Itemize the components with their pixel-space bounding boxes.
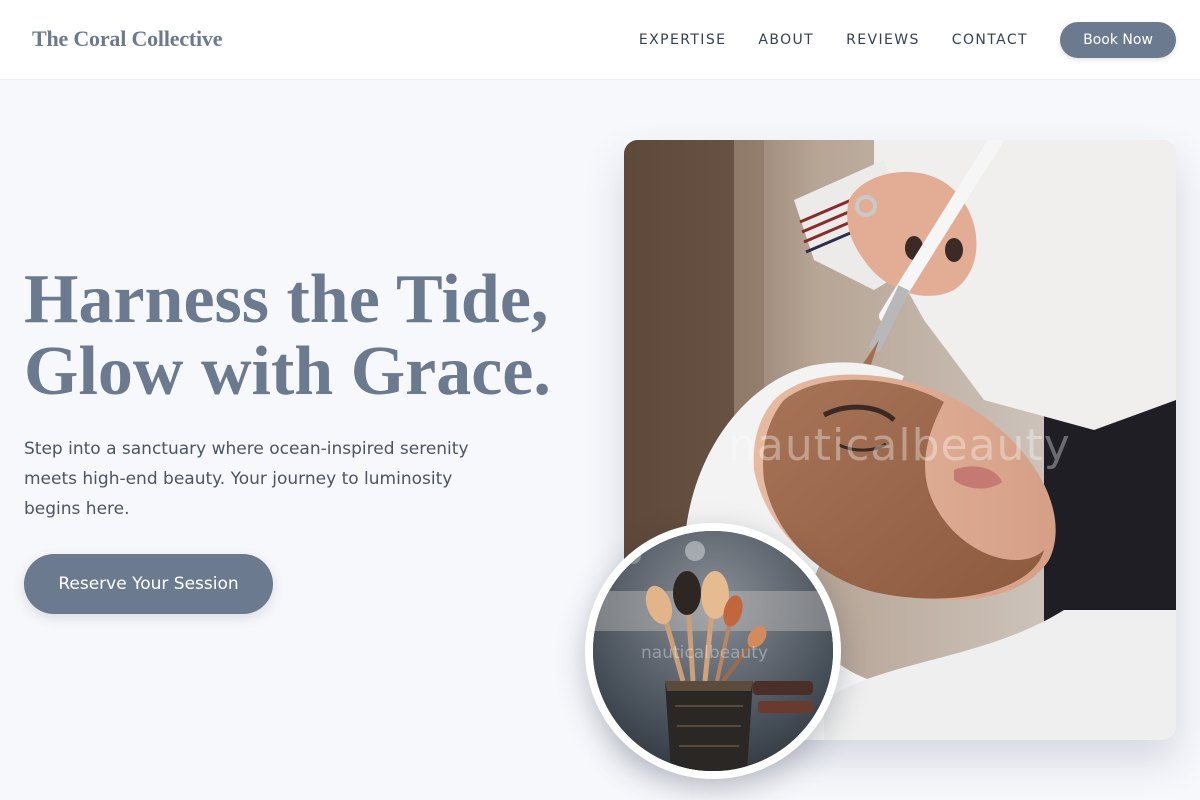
nav-link-about[interactable]: ABOUT (758, 32, 814, 48)
circle-photo-watermark: nauticalbeauty (641, 643, 769, 663)
hero-title: Harness the Tide, Glow with Grace. (24, 264, 584, 408)
site-header: The Coral Collective EXPERTISE ABOUT REV… (0, 0, 1200, 80)
hero-title-line-1: Harness the Tide, (24, 261, 549, 338)
nav-link-reviews[interactable]: REVIEWS (846, 32, 920, 48)
reserve-session-button[interactable]: Reserve Your Session (24, 554, 273, 614)
hero-subtitle: Step into a sanctuary where ocean-inspir… (24, 439, 469, 519)
nav-link-expertise[interactable]: EXPERTISE (639, 32, 726, 48)
hero-title-line-2: Glow with Grace. (24, 333, 551, 410)
book-now-button[interactable]: Book Now (1060, 22, 1176, 58)
makeup-brushes-photo: nauticalbeauty (585, 523, 841, 779)
main-photo-watermark: nauticalbeauty (728, 420, 1071, 471)
brand-logo[interactable]: The Coral Collective (32, 26, 222, 52)
nav-link-contact[interactable]: CONTACT (952, 32, 1028, 48)
main-nav: EXPERTISE ABOUT REVIEWS CONTACT Book Now (639, 0, 1176, 80)
